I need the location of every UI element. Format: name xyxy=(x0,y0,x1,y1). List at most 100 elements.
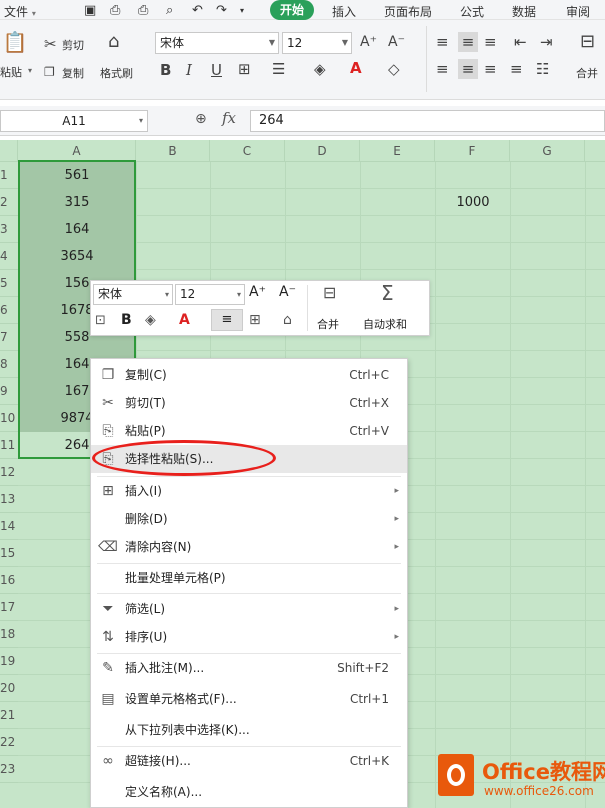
row-header[interactable]: 19 xyxy=(0,648,18,675)
borders-icon[interactable]: ⊞ xyxy=(238,61,251,77)
column-header-a[interactable]: A xyxy=(18,140,136,162)
column-header-f[interactable]: F xyxy=(435,140,510,162)
align-bottom-icon[interactable]: ≡ xyxy=(484,34,497,50)
tab-data[interactable]: 数据 xyxy=(512,3,536,20)
row-header[interactable]: 13 xyxy=(0,486,18,513)
menu-item-pick-from-list[interactable]: 从下拉列表中选择(K)... xyxy=(91,716,407,744)
shrink-font-button[interactable]: A⁻ xyxy=(388,34,405,50)
row-header[interactable]: 23 xyxy=(0,756,18,783)
menu-item-clear-contents[interactable]: ⌫ 清除内容(N) ▸ xyxy=(91,533,407,561)
tab-home[interactable]: 开始 xyxy=(270,0,315,20)
quick-access-more-icon[interactable]: ▾ xyxy=(240,6,244,15)
fill-color-icon[interactable]: ◈ xyxy=(314,61,326,77)
menu-item-define-name[interactable]: 定义名称(A)... xyxy=(91,778,407,806)
mini-align-center-icon[interactable]: ≡ xyxy=(211,309,243,331)
redo-icon[interactable]: ↷ xyxy=(216,3,227,18)
column-header-b[interactable]: B xyxy=(136,140,210,162)
row-header[interactable]: 4 xyxy=(0,243,18,270)
cell-f2[interactable]: 1000 xyxy=(436,189,510,216)
save-icon[interactable]: ▣ xyxy=(84,3,96,18)
mini-bold-button[interactable]: B xyxy=(121,312,132,328)
menu-item-delete[interactable]: 删除(D) ▸ xyxy=(91,505,407,533)
row-header[interactable]: 16 xyxy=(0,567,18,594)
tab-formulas[interactable]: 公式 xyxy=(460,3,484,20)
paste-button[interactable]: 粘贴 xyxy=(0,64,22,80)
row-header[interactable]: 3 xyxy=(0,216,18,243)
paste-dropdown-icon[interactable]: ▾ xyxy=(28,66,32,75)
menu-item-insert-comment[interactable]: ✎ 插入批注(M)... Shift+F2 xyxy=(91,654,407,682)
mini-grow-font-button[interactable]: A⁺ xyxy=(249,284,266,300)
tab-page-layout[interactable]: 页面布局 xyxy=(384,3,432,20)
column-header-g[interactable]: G xyxy=(510,140,585,162)
select-all-corner[interactable] xyxy=(0,140,18,162)
row-header[interactable]: 20 xyxy=(0,675,18,702)
undo-icon[interactable]: ↶ xyxy=(192,3,203,18)
align-right-icon[interactable]: ≡ xyxy=(484,61,497,77)
align-middle-icon[interactable]: ≡ xyxy=(458,32,478,52)
indent-increase-icon[interactable]: ⇥ xyxy=(540,34,553,50)
row-header[interactable]: 10 xyxy=(0,405,18,432)
row-header[interactable]: 6 xyxy=(0,297,18,324)
align-center-icon[interactable]: ≡ xyxy=(458,59,478,79)
menu-item-batch-process[interactable]: 批量处理单元格(P) xyxy=(91,564,407,592)
font-size-combo[interactable]: 12 ▼ xyxy=(282,32,352,54)
italic-button[interactable]: I xyxy=(186,62,192,78)
align-top-icon[interactable]: ≡ xyxy=(436,34,449,50)
row-header[interactable]: 21 xyxy=(0,702,18,729)
fx-icon[interactable]: fx xyxy=(222,109,236,127)
row-header[interactable]: 14 xyxy=(0,513,18,540)
menu-item-filter[interactable]: ⏷ 筛选(L) ▸ xyxy=(91,595,407,623)
formula-input[interactable]: 264 xyxy=(250,110,605,132)
justify-icon[interactable]: ≡ xyxy=(510,61,523,77)
menu-item-format-cells[interactable]: ▤ 设置单元格格式(F)... Ctrl+1 xyxy=(91,685,407,713)
mini-autosum-button[interactable]: 自动求和 xyxy=(363,316,407,332)
row-header[interactable]: 5 xyxy=(0,270,18,297)
mini-merge-button[interactable]: 合并 xyxy=(317,316,339,332)
row-header[interactable]: 11 xyxy=(0,432,18,459)
print-preview-icon[interactable]: ⎙ xyxy=(110,3,120,18)
column-header-d[interactable]: D xyxy=(285,140,360,162)
menu-item-copy[interactable]: ❐ 复制(C) Ctrl+C xyxy=(91,361,407,389)
merge-button[interactable]: 合并 xyxy=(576,65,598,81)
menu-item-insert[interactable]: ⊞ 插入(I) ▸ xyxy=(91,477,407,505)
column-header-e[interactable]: E xyxy=(360,140,435,162)
print-icon[interactable]: ⎙ xyxy=(138,3,148,18)
cut-button[interactable]: 剪切 xyxy=(62,37,84,53)
row-header[interactable]: 17 xyxy=(0,594,18,621)
grow-font-button[interactable]: A⁺ xyxy=(360,34,377,50)
tab-review[interactable]: 审阅 xyxy=(566,3,590,20)
mini-fill-color-icon[interactable]: ◈ xyxy=(145,312,156,328)
format-painter-button[interactable]: 格式刷 xyxy=(100,65,133,81)
column-header-c[interactable]: C xyxy=(210,140,285,162)
menu-file[interactable]: 文件 ▾ xyxy=(4,3,36,20)
row-header[interactable]: 1 xyxy=(0,162,18,189)
menu-item-hyperlink[interactable]: ∞ 超链接(H)... Ctrl+K xyxy=(91,747,407,775)
merge-cells-icon[interactable]: ⊟ xyxy=(323,283,336,302)
font-name-combo[interactable]: 宋体 ▼ xyxy=(155,32,279,54)
column-header-h[interactable] xyxy=(585,140,605,162)
font-color-button[interactable]: A xyxy=(350,60,362,76)
autosum-icon[interactable]: Σ xyxy=(381,281,394,305)
row-header[interactable]: 15 xyxy=(0,540,18,567)
menu-item-cut[interactable]: ✂ 剪切(T) Ctrl+X xyxy=(91,389,407,417)
menu-item-sort[interactable]: ⇅ 排序(U) ▸ xyxy=(91,623,407,651)
mini-size-combo[interactable]: 12 ▾ xyxy=(175,284,245,305)
clear-format-icon[interactable]: ◇ xyxy=(388,61,400,77)
indent-decrease-icon[interactable]: ⇤ xyxy=(514,34,527,50)
underline-button[interactable]: U xyxy=(211,62,222,78)
row-header[interactable]: 7 xyxy=(0,324,18,351)
tab-insert[interactable]: 插入 xyxy=(332,3,356,20)
mini-font-color-button[interactable]: A xyxy=(179,312,190,328)
row-header[interactable]: 9 xyxy=(0,378,18,405)
align-left-icon[interactable]: ≡ xyxy=(436,61,449,77)
fill-style-icon[interactable]: ☰ xyxy=(272,61,285,77)
wrap-text-icon[interactable]: ⊡ xyxy=(95,313,106,328)
mini-borders-icon[interactable]: ⊞ xyxy=(249,312,261,328)
name-box[interactable]: A11 ▾ xyxy=(0,110,148,132)
bold-button[interactable]: B xyxy=(160,62,171,78)
row-header[interactable]: 12 xyxy=(0,459,18,486)
distribute-icon[interactable]: ☷ xyxy=(536,61,549,77)
mini-shrink-font-button[interactable]: A⁻ xyxy=(279,284,296,300)
mini-font-combo[interactable]: 宋体 ▾ xyxy=(93,284,173,305)
row-header[interactable]: 22 xyxy=(0,729,18,756)
